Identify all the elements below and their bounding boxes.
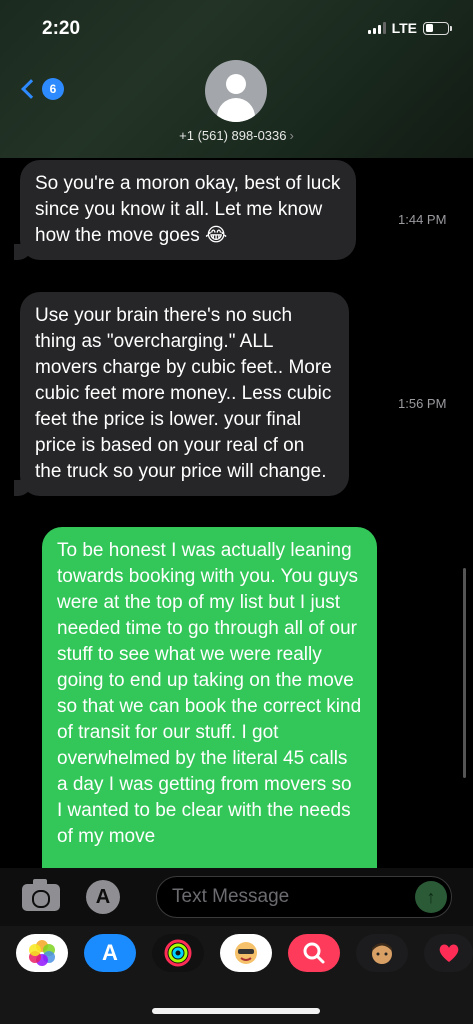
camera-icon[interactable]: [22, 879, 60, 911]
chevron-left-icon: [21, 79, 41, 99]
compose-bar: A ↑: [0, 868, 473, 926]
chevron-right-icon: ›: [289, 128, 294, 143]
search-images-icon[interactable]: [288, 934, 340, 972]
message-timestamp: 1:56 PM: [398, 396, 447, 411]
message-bubble-outgoing[interactable]: To be honest I was actually leaning towa…: [42, 527, 377, 868]
cellular-signal-icon: [367, 22, 386, 34]
message-bubble-incoming[interactable]: So you're a moron okay, best of luck sin…: [14, 160, 356, 260]
contact-phone-number: +1 (561) 898-0336: [179, 128, 287, 143]
contact-avatar[interactable]: [205, 60, 267, 122]
message-text: So you're a moron okay, best of luck sin…: [35, 173, 341, 246]
battery-icon: [423, 21, 452, 35]
app-store-icon[interactable]: A: [86, 880, 120, 914]
status-time: 2:20: [42, 18, 81, 39]
memoji-icon[interactable]: [356, 934, 408, 972]
photos-icon[interactable]: [16, 934, 68, 972]
app-store-icon[interactable]: A: [84, 934, 136, 972]
conversation-header: 2:20 LTE 6 +1 (561) 898-0336 ›: [0, 0, 473, 158]
activity-rings-icon[interactable]: [152, 934, 204, 972]
message-text: To be honest I was actually leaning towa…: [57, 540, 362, 847]
unread-count-badge: 6: [42, 78, 64, 100]
status-indicators: LTE: [367, 20, 452, 36]
message-bubble-incoming[interactable]: Use your brain there's no such thing as …: [14, 292, 349, 496]
send-arrow-icon[interactable]: ↑: [415, 881, 447, 913]
home-indicator[interactable]: [152, 1008, 320, 1014]
back-button[interactable]: 6: [20, 78, 64, 100]
contact-name-button[interactable]: +1 (561) 898-0336 ›: [0, 128, 473, 143]
message-input-field[interactable]: ↑: [156, 876, 452, 918]
digital-touch-icon[interactable]: [424, 934, 473, 972]
message-timestamp: 1:44 PM: [398, 212, 447, 227]
message-text: Use your brain there's no such thing as …: [35, 305, 332, 482]
network-type: LTE: [391, 20, 417, 36]
scroll-indicator[interactable]: [463, 568, 466, 778]
message-input[interactable]: [172, 885, 412, 909]
memoji-stickers-icon[interactable]: [220, 934, 272, 972]
